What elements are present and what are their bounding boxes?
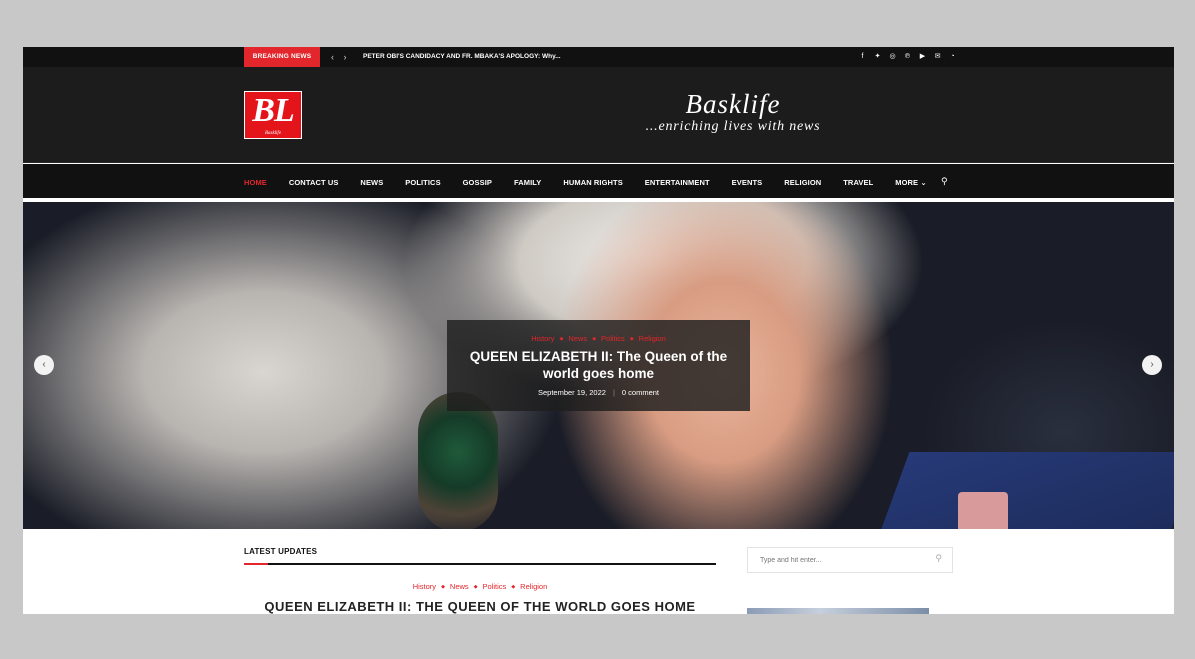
nav-item-religion[interactable]: RELIGION (784, 166, 821, 200)
rss-icon[interactable]: ◔ (945, 47, 960, 67)
hero-meta: September 19, 2022 | 0 comment (447, 388, 750, 397)
facebook-icon[interactable]: f (855, 47, 870, 67)
top-bar: BREAKING NEWS ‹ › PETER OBI'S CANDIDACY … (23, 47, 1174, 67)
hero-image-detail (876, 452, 1174, 529)
nav-item-events[interactable]: EVENTS (732, 166, 763, 200)
hero-category-link[interactable]: Politics (601, 334, 625, 343)
ticker-next-icon[interactable]: › (344, 52, 347, 62)
nav-item-travel[interactable]: TRAVEL (843, 166, 873, 200)
hero-image-detail (958, 492, 1008, 529)
post-category-link[interactable]: Politics (483, 582, 507, 591)
meta-divider: | (612, 388, 615, 397)
breaking-news-badge: BREAKING NEWS (244, 47, 320, 67)
hero-category-link[interactable]: News (568, 334, 587, 343)
hero-comments-link[interactable]: 0 comment (622, 388, 659, 397)
post-category-link[interactable]: History (413, 582, 436, 591)
social-links: f ✦ ◎ ℗ ▶ ✉ ◔ (855, 47, 960, 67)
post-category-link[interactable]: News (450, 582, 469, 591)
logo-caption: Basklife (264, 131, 282, 136)
hero-slider[interactable]: History ◆ News ◆ Politics ◆ Religion QUEEN ELI… (23, 202, 1174, 529)
main-nav: HOME CONTACT US NEWS POLITICS GOSSIP FAM… (23, 164, 1174, 200)
nav-item-news[interactable]: NEWS (360, 166, 383, 200)
separator-icon: ◆ (559, 336, 564, 343)
header-banner: Basklife ...enriching lives with news (603, 89, 863, 135)
logo-mark: BL (252, 92, 294, 129)
ticker-arrows: ‹ › (331, 47, 354, 67)
section-underline-accent (244, 563, 268, 565)
slider-prev-button[interactable]: ‹ (34, 355, 54, 375)
hero-caption-box: History ◆ News ◆ Politics ◆ Religion QUEEN ELI… (447, 320, 750, 411)
hero-date: September 19, 2022 (537, 388, 606, 397)
nav-item-politics[interactable]: POLITICS (405, 166, 440, 200)
nav-item-more[interactable]: MORE ⌄ (895, 166, 926, 200)
twitter-icon[interactable]: ✦ (870, 47, 885, 67)
separator-icon: ◆ (511, 584, 516, 591)
nav-item-entertainment[interactable]: ENTERTAINMENT (645, 166, 710, 200)
nav-item-human-rights[interactable]: HUMAN RIGHTS (563, 166, 623, 200)
section-header: LATEST UPDATES (244, 547, 716, 565)
brand-name: Basklife (685, 89, 781, 119)
pinterest-icon[interactable]: ℗ (900, 47, 915, 67)
hero-image-detail (418, 392, 498, 529)
post-categories: History ◆ News ◆ Politics ◆ Religion (244, 582, 716, 591)
youtube-icon[interactable]: ▶ (915, 47, 930, 67)
section-title: LATEST UPDATES (244, 547, 318, 556)
separator-icon: ◆ (441, 584, 445, 591)
site-header: BL Basklife Basklife ...enriching lives … (23, 67, 1174, 163)
envelope-icon[interactable]: ✉ (930, 47, 945, 67)
site-logo[interactable]: BL Basklife (244, 91, 302, 139)
nav-item-contact-us[interactable]: CONTACT US (289, 166, 339, 200)
hero-category-link[interactable]: History (531, 334, 554, 343)
hero-categories: History ◆ News ◆ Politics ◆ Religion (447, 334, 750, 343)
hero-title-link[interactable]: QUEEN ELIZABETH II: The Queen of the wor… (447, 348, 750, 382)
hero-category-link[interactable]: Religion (639, 334, 666, 343)
sidebar-search: ⚲ (747, 547, 953, 573)
nav-item-gossip[interactable]: GOSSIP (463, 166, 492, 200)
search-icon[interactable]: ⚲ (935, 553, 942, 564)
ticker-prev-icon[interactable]: ‹ (331, 52, 334, 62)
nav-item-home[interactable]: HOME (244, 166, 267, 200)
ticker-headline-link[interactable]: PETER OBI'S CANDIDACY AND FR. MBAKA'S AP… (363, 47, 561, 67)
separator-icon: ◆ (592, 336, 597, 343)
sidebar-thumbnail[interactable] (747, 608, 929, 614)
search-icon[interactable]: ⚲ (941, 164, 948, 198)
instagram-icon[interactable]: ◎ (885, 47, 900, 67)
brand-tagline: ...enriching lives with news (645, 119, 821, 134)
page: BREAKING NEWS ‹ › PETER OBI'S CANDIDACY … (23, 47, 1174, 614)
post-title-link[interactable]: QUEEN ELIZABETH II: THE QUEEN OF THE WOR… (244, 599, 716, 614)
search-input[interactable] (748, 548, 918, 572)
separator-icon: ◆ (473, 584, 478, 591)
slider-next-button[interactable]: › (1142, 355, 1162, 375)
nav-menu: HOME CONTACT US NEWS POLITICS GOSSIP FAM… (244, 164, 944, 198)
separator-icon: ◆ (629, 336, 634, 343)
nav-item-family[interactable]: FAMILY (514, 166, 541, 200)
post-category-link[interactable]: Religion (520, 582, 547, 591)
